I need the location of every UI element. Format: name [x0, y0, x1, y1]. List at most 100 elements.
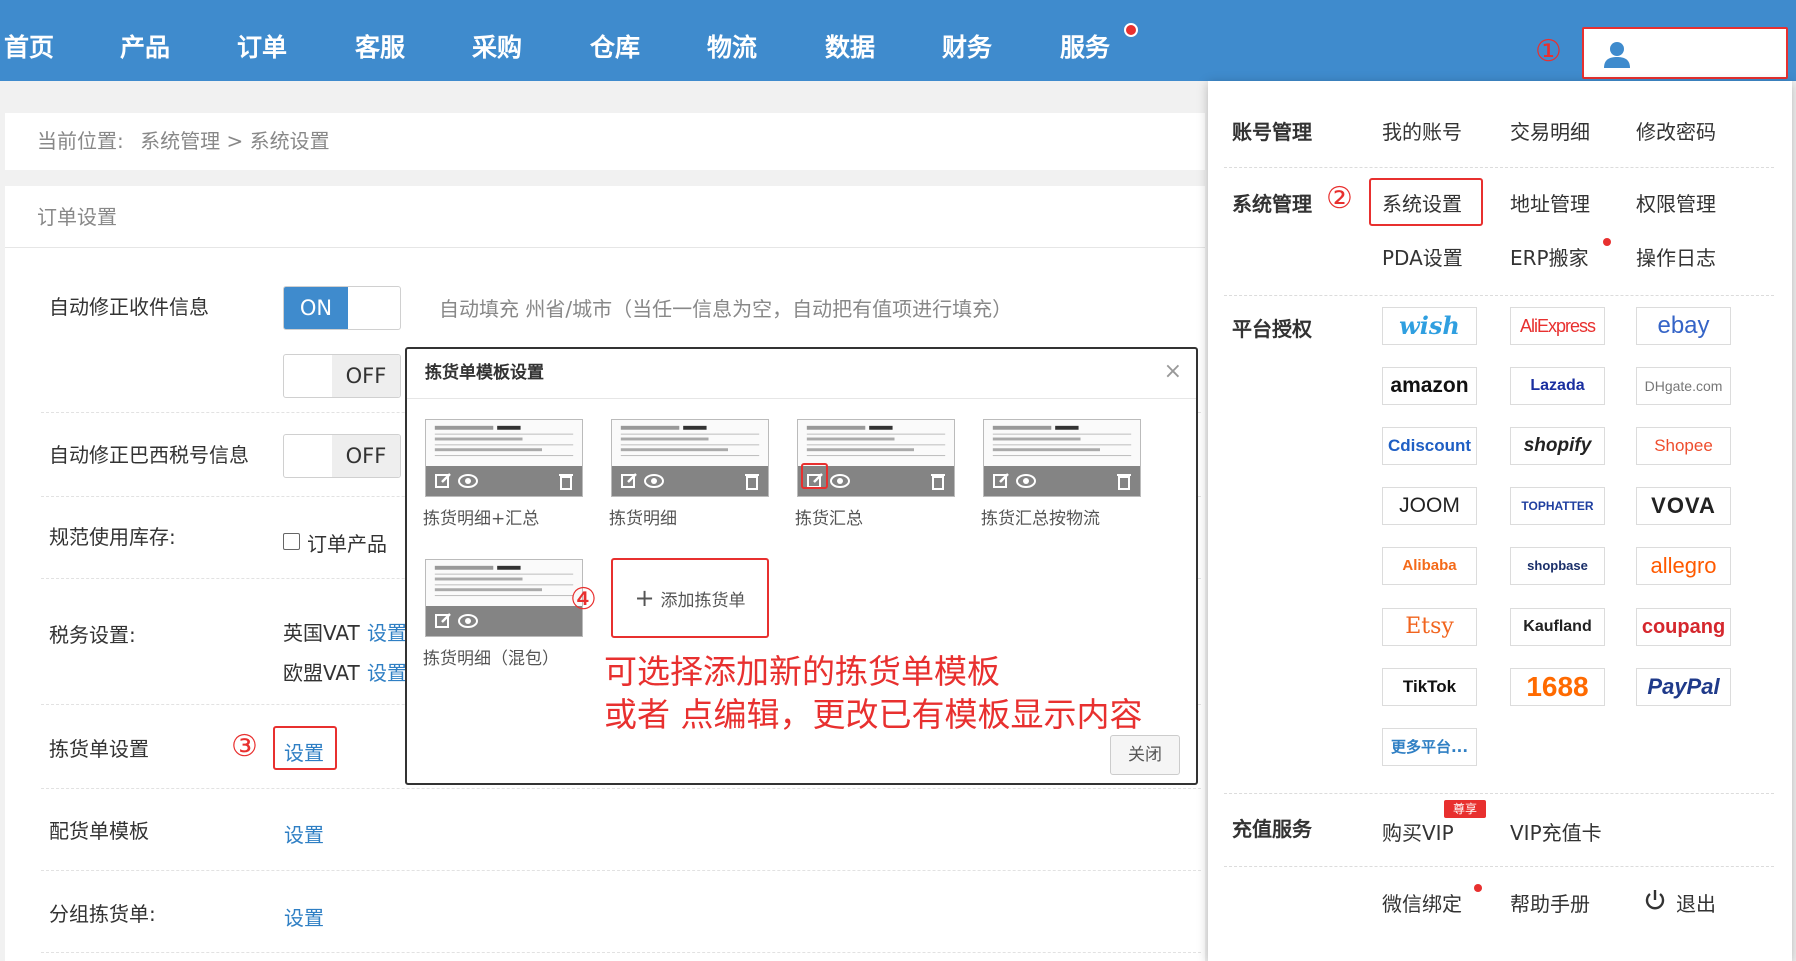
uk-vat-settings-link[interactable]: 设置: [367, 617, 407, 646]
modal-close-button[interactable]: 关闭: [1110, 735, 1180, 775]
modal-close-icon[interactable]: ×: [1164, 359, 1182, 385]
preview-eye-icon[interactable]: [1016, 472, 1036, 490]
platform-paypal[interactable]: PayPal: [1636, 668, 1731, 706]
toggle-off-state: OFF: [332, 355, 400, 397]
edit-icon-highlight: [801, 463, 828, 489]
platform-tiktok[interactable]: TikTok: [1382, 668, 1477, 706]
platform-tophatter[interactable]: TOPHATTER: [1510, 487, 1605, 525]
platform-amazon[interactable]: amazon: [1382, 367, 1477, 405]
delete-trash-icon[interactable]: [1116, 472, 1132, 490]
nav-services[interactable]: 服务: [1060, 31, 1110, 65]
nav-logistics[interactable]: 物流: [707, 31, 757, 65]
template-thumbnail[interactable]: [797, 419, 955, 497]
auto-fix-brazil-toggle[interactable]: OFF: [283, 434, 401, 478]
menu-wechat-binding[interactable]: 微信绑定: [1382, 888, 1462, 917]
inventory-order-product-checkbox[interactable]: [283, 533, 300, 550]
nav-warehouse[interactable]: 仓库: [590, 31, 640, 65]
picking-template-modal: 拣货单模板设置 × 拣货明细+汇总 拣货明细 拣货汇总 拣货汇总按物流 拣货明细…: [405, 347, 1198, 785]
platform-cdiscount[interactable]: Cdiscount: [1382, 427, 1477, 465]
menu-help-manual[interactable]: 帮助手册: [1510, 888, 1590, 917]
menu-divider: [1224, 295, 1774, 296]
breadcrumb-system-management[interactable]: 系统管理: [140, 129, 220, 153]
template-actions-bar: [426, 466, 582, 496]
menu-my-account[interactable]: 我的账号: [1382, 116, 1462, 145]
eu-vat-label: 欧盟VAT: [283, 661, 360, 685]
power-icon[interactable]: [1644, 888, 1666, 912]
platform-alibaba[interactable]: Alibaba: [1382, 547, 1477, 585]
edit-icon[interactable]: [620, 472, 638, 490]
group-picking-settings-link[interactable]: 设置: [284, 902, 324, 931]
auto-fix-receiver-toggle-2[interactable]: OFF: [283, 354, 401, 398]
system-management-label: 系统管理: [1232, 192, 1312, 216]
user-menu-button[interactable]: [1582, 27, 1788, 79]
nav-data[interactable]: 数据: [825, 31, 875, 65]
annotation-step-1: ①: [1535, 34, 1562, 69]
platform-shopify[interactable]: shopify: [1510, 427, 1605, 465]
row-divider: [41, 788, 1201, 789]
preview-eye-icon[interactable]: [458, 612, 478, 630]
platform-lazada[interactable]: Lazada: [1510, 367, 1605, 405]
template-thumbnail[interactable]: [611, 419, 769, 497]
nav-customer-service[interactable]: 客服: [355, 31, 405, 65]
template-thumbnail[interactable]: [983, 419, 1141, 497]
delivery-template-settings-link[interactable]: 设置: [284, 819, 324, 848]
menu-operation-log[interactable]: 操作日志: [1636, 242, 1716, 271]
annotation-step-4: ④: [570, 582, 597, 617]
menu-logout[interactable]: 退出: [1676, 888, 1716, 917]
platform-shopee[interactable]: Shopee: [1636, 427, 1731, 465]
edit-icon[interactable]: [992, 472, 1010, 490]
edit-icon[interactable]: [434, 612, 452, 630]
platform-more[interactable]: 更多平台...: [1382, 728, 1477, 766]
platform-wish[interactable]: wish: [1382, 307, 1477, 345]
add-picking-template-button[interactable]: + 添加拣货单: [611, 558, 769, 638]
auto-fix-receiver-hint: 自动填充 州省/城市（当任一信息为空，自动把有值项进行填充）: [439, 297, 1013, 321]
menu-permission-management[interactable]: 权限管理: [1636, 188, 1716, 217]
user-icon: [1604, 42, 1630, 68]
eu-vat-settings-link[interactable]: 设置: [367, 657, 407, 686]
template-thumbnail[interactable]: [425, 559, 583, 637]
nav-purchasing[interactable]: 采购: [472, 31, 522, 65]
auto-fix-receiver-toggle[interactable]: ON: [283, 286, 401, 330]
edit-icon[interactable]: [434, 472, 452, 490]
platform-kaufland[interactable]: Kaufland: [1510, 608, 1605, 646]
user-dropdown-menu: 账号管理 我的账号 交易明细 修改密码 系统管理 ② 系统设置 地址管理 权限管…: [1208, 81, 1792, 961]
platform-dhgate[interactable]: DHgate.com: [1636, 367, 1731, 405]
platform-joom[interactable]: JOOM: [1382, 487, 1477, 525]
template-actions-bar: [426, 606, 582, 636]
delete-trash-icon[interactable]: [930, 472, 946, 490]
template-actions-bar: [798, 463, 954, 496]
menu-system-settings[interactable]: 系统设置: [1382, 188, 1462, 217]
platform-allegro[interactable]: allegro: [1636, 547, 1731, 585]
delete-trash-icon[interactable]: [558, 472, 574, 490]
nav-home[interactable]: 首页: [4, 31, 54, 65]
delete-trash-icon[interactable]: [744, 472, 760, 490]
nav-products[interactable]: 产品: [120, 31, 170, 65]
menu-erp-migration[interactable]: ERP搬家: [1510, 242, 1589, 271]
platform-etsy[interactable]: Etsy: [1382, 608, 1477, 646]
template-actions-bar: [984, 466, 1140, 496]
menu-change-password[interactable]: 修改密码: [1636, 116, 1716, 145]
menu-divider: [1224, 793, 1774, 794]
menu-pda-settings[interactable]: PDA设置: [1382, 242, 1463, 271]
preview-eye-icon[interactable]: [830, 472, 850, 490]
menu-vip-recharge-card[interactable]: VIP充值卡: [1510, 817, 1602, 846]
menu-buy-vip[interactable]: 购买VIP: [1382, 817, 1454, 846]
nav-finance[interactable]: 财务: [942, 31, 992, 65]
account-management-label: 账号管理: [1232, 120, 1312, 144]
menu-address-management[interactable]: 地址管理: [1510, 188, 1590, 217]
platform-shopbase[interactable]: shopbase: [1510, 547, 1605, 585]
platform-1688[interactable]: 1688: [1510, 668, 1605, 706]
platform-coupang[interactable]: coupang: [1636, 608, 1731, 646]
preview-eye-icon[interactable]: [458, 472, 478, 490]
platform-vova[interactable]: VOVA: [1636, 487, 1731, 525]
annotation-tip-line-1: 可选择添加新的拣货单模板: [604, 652, 1000, 691]
auto-fix-brazil-label: 自动修正巴西税号信息: [49, 443, 249, 467]
nav-orders[interactable]: 订单: [237, 31, 287, 65]
template-thumbnail[interactable]: [425, 419, 583, 497]
picking-list-settings-link[interactable]: 设置: [284, 737, 324, 766]
menu-transaction-details[interactable]: 交易明细: [1510, 116, 1590, 145]
platform-aliexpress[interactable]: AliExpress: [1510, 307, 1605, 345]
preview-eye-icon[interactable]: [644, 472, 664, 490]
template-label: 拣货汇总按物流: [981, 509, 1100, 529]
platform-ebay[interactable]: ebay: [1636, 307, 1731, 345]
